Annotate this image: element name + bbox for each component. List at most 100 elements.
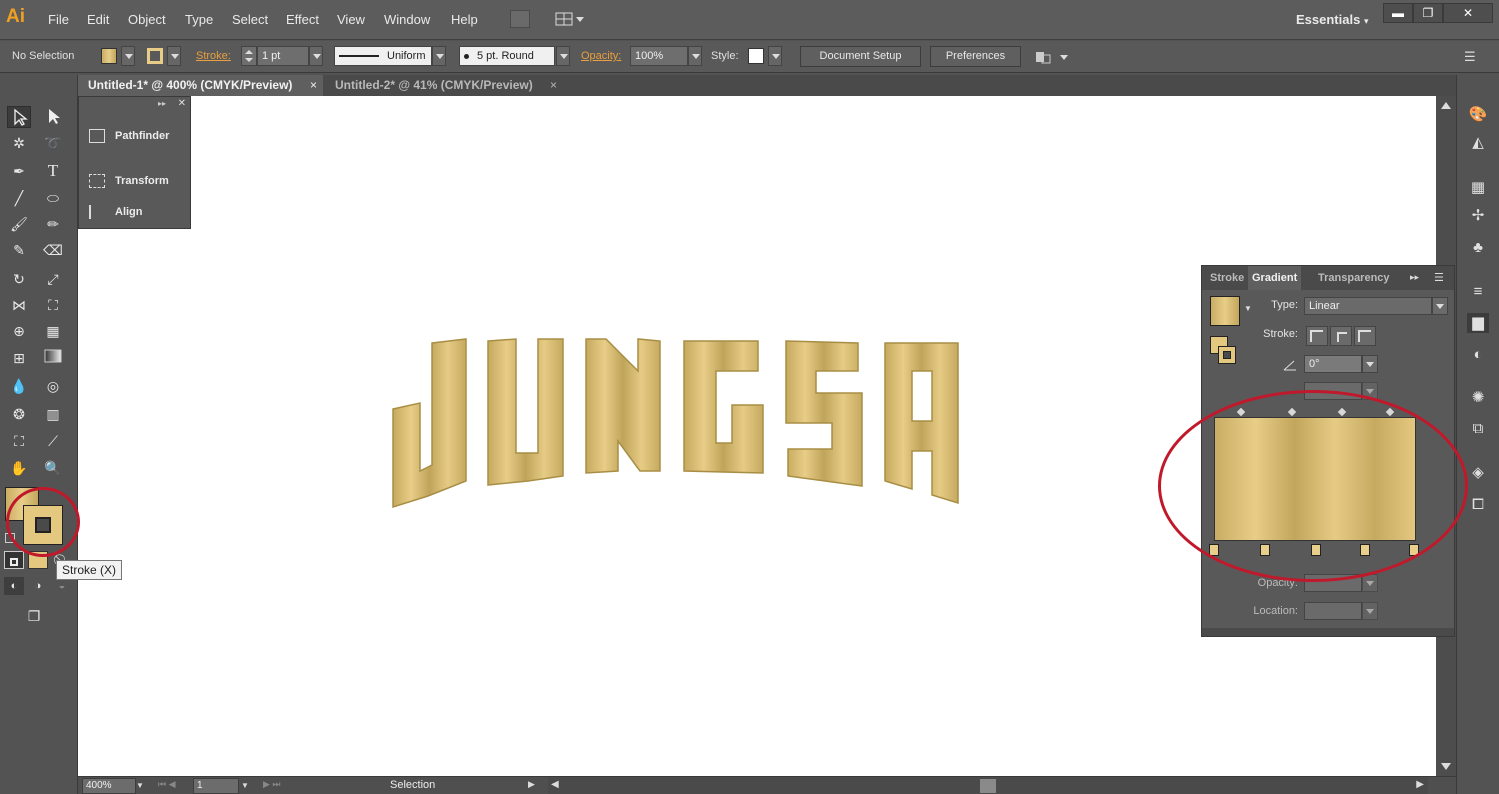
blob-brush-tool[interactable]: ✎ xyxy=(7,239,31,261)
perspective-grid-tool[interactable]: ▦ xyxy=(41,320,65,342)
tab-transparency[interactable]: Transparency xyxy=(1318,272,1390,284)
layers-icon[interactable]: ◈ xyxy=(1467,463,1489,483)
menu-select[interactable]: Select xyxy=(232,12,268,27)
scroll-left-icon[interactable]: ◀ xyxy=(551,779,559,790)
stroke-weight-dropdown[interactable] xyxy=(309,46,323,66)
symbols-icon[interactable]: ♣ xyxy=(1467,238,1489,258)
color-mode-button[interactable] xyxy=(4,551,24,569)
scale-tool[interactable]: ⤢ xyxy=(41,268,65,290)
stroke-label[interactable]: Stroke: xyxy=(196,50,231,62)
menu-edit[interactable]: Edit xyxy=(87,12,109,27)
tab-stroke[interactable]: Stroke xyxy=(1210,272,1244,284)
transparency-icon[interactable]: ◐ xyxy=(1467,345,1489,365)
menu-window[interactable]: Window xyxy=(384,12,430,27)
hand-tool[interactable]: ✋ xyxy=(7,457,31,479)
close-icon[interactable]: × xyxy=(550,78,557,92)
type-tool[interactable]: T xyxy=(41,160,65,182)
menu-effect[interactable]: Effect xyxy=(286,12,319,27)
stroke-across-button[interactable] xyxy=(1354,326,1376,346)
jungsa-artwork[interactable] xyxy=(388,331,968,511)
expand-icon[interactable]: ▸▸ xyxy=(1410,272,1419,283)
blend-tool[interactable]: ◎ xyxy=(41,375,65,397)
preferences-button[interactable]: Preferences xyxy=(930,46,1021,67)
line-tool[interactable]: ╱ xyxy=(7,187,31,209)
fill-dropdown[interactable] xyxy=(121,46,135,66)
opacity-input[interactable]: 100% xyxy=(630,46,688,66)
fill-swatch[interactable] xyxy=(101,48,117,64)
gradient-tool[interactable] xyxy=(41,347,65,369)
lasso-tool[interactable]: ➰ xyxy=(41,132,65,154)
panel-menu-icon[interactable]: ☰ xyxy=(1434,271,1444,284)
artboard-tool[interactable]: ⛶ xyxy=(7,430,31,452)
color-guide-icon[interactable]: 🎨 xyxy=(1467,105,1489,125)
zoom-tool[interactable]: 🔍 xyxy=(41,457,65,479)
direct-selection-tool[interactable] xyxy=(41,106,65,128)
arrange-icon[interactable] xyxy=(1034,49,1070,65)
shape-builder-tool[interactable]: ⊕ xyxy=(7,320,31,342)
angle-dropdown[interactable] xyxy=(1362,355,1378,373)
scroll-up-icon[interactable] xyxy=(1441,102,1451,109)
panel-menu-icon[interactable]: ☰ xyxy=(1464,49,1482,65)
gradient-preview-swatch[interactable] xyxy=(1210,296,1240,326)
magic-wand-tool[interactable]: ✲ xyxy=(7,132,31,154)
panel-resize-grip[interactable] xyxy=(1202,628,1454,636)
artboard-number-input[interactable]: 1 xyxy=(193,778,239,794)
type-select[interactable]: Linear xyxy=(1304,297,1432,315)
selection-tool[interactable] xyxy=(7,106,31,128)
horizontal-scrollbar[interactable]: ◀ ▶ xyxy=(548,777,1428,794)
swatches-icon[interactable]: ▦ xyxy=(1467,178,1489,198)
variable-width-profile[interactable]: Uniform xyxy=(334,46,432,66)
brushes-icon[interactable]: ✢ xyxy=(1467,206,1489,226)
next-artboard-icon[interactable]: ▶ ⏭ xyxy=(263,779,281,790)
graphic-style-swatch[interactable] xyxy=(748,48,764,64)
paintbrush-tool[interactable]: 🖌 xyxy=(7,213,31,235)
ellipse-tool[interactable]: ⬭ xyxy=(41,187,65,209)
scroll-down-icon[interactable] xyxy=(1441,763,1451,770)
zoom-level-input[interactable]: 400% xyxy=(82,778,136,794)
opacity-label[interactable]: Opacity: xyxy=(581,50,621,62)
gradient-panel-icon[interactable]: ▆ xyxy=(1467,313,1489,333)
appearance-icon[interactable]: ✺ xyxy=(1467,388,1489,408)
eyedropper-tool[interactable]: 💧 xyxy=(7,375,31,397)
stroke-swatch[interactable] xyxy=(147,48,163,64)
close-window-button[interactable]: ✕ xyxy=(1443,3,1493,23)
pen-tool[interactable]: ✒ xyxy=(7,160,31,182)
menu-object[interactable]: Object xyxy=(128,12,166,27)
menu-type[interactable]: Type xyxy=(185,12,213,27)
graphic-style-dropdown[interactable] xyxy=(768,46,782,66)
stroke-color-dropdown[interactable] xyxy=(167,46,181,66)
stroke-stepper[interactable] xyxy=(241,46,257,66)
status-menu-icon[interactable]: ▶ xyxy=(528,779,535,790)
width-tool[interactable]: ⋈ xyxy=(7,294,31,316)
workspace-switcher[interactable]: Essentials ▾ xyxy=(1296,12,1368,27)
angle-input[interactable]: 0° xyxy=(1304,355,1362,373)
brush-dropdown[interactable] xyxy=(556,46,570,66)
close-icon[interactable]: ✕ xyxy=(178,98,186,109)
screen-mode-button[interactable]: ❐ xyxy=(22,605,46,627)
arrange-documents-button[interactable] xyxy=(555,10,585,28)
close-icon[interactable]: × xyxy=(310,78,317,92)
color-icon[interactable]: ◭ xyxy=(1467,133,1489,153)
align-panel-button[interactable]: Align xyxy=(89,205,143,219)
scroll-right-icon[interactable]: ▶ xyxy=(1416,779,1424,790)
chevron-down-icon[interactable]: ▼ xyxy=(136,781,144,790)
stroke-mini-swatch[interactable] xyxy=(1218,346,1236,364)
column-graph-tool[interactable]: ▥ xyxy=(41,403,65,425)
profile-dropdown[interactable] xyxy=(432,46,446,66)
tab-untitled-2[interactable]: Untitled-2* @ 41% (CMYK/Preview) × xyxy=(325,75,563,96)
tab-gradient[interactable]: Gradient xyxy=(1248,266,1302,290)
opacity-dropdown[interactable] xyxy=(688,46,702,66)
symbol-sprayer-tool[interactable]: ❂ xyxy=(7,403,31,425)
rotate-tool[interactable]: ↻ xyxy=(7,268,31,290)
slice-tool[interactable]: ⟋ xyxy=(41,430,65,452)
brush-definition[interactable]: 5 pt. Round xyxy=(459,46,555,66)
free-transform-tool[interactable]: ⛶ xyxy=(41,294,65,316)
chevron-down-icon[interactable]: ▼ xyxy=(241,781,249,790)
menu-help[interactable]: Help xyxy=(451,12,478,27)
minimize-button[interactable]: ▬ xyxy=(1383,3,1413,23)
pathfinder-panel-button[interactable]: Pathfinder xyxy=(89,129,169,143)
pencil-tool[interactable]: ✏ xyxy=(41,213,65,235)
document-setup-button[interactable]: Document Setup xyxy=(800,46,921,67)
menu-view[interactable]: View xyxy=(337,12,365,27)
stroke-along-button[interactable] xyxy=(1330,326,1352,346)
